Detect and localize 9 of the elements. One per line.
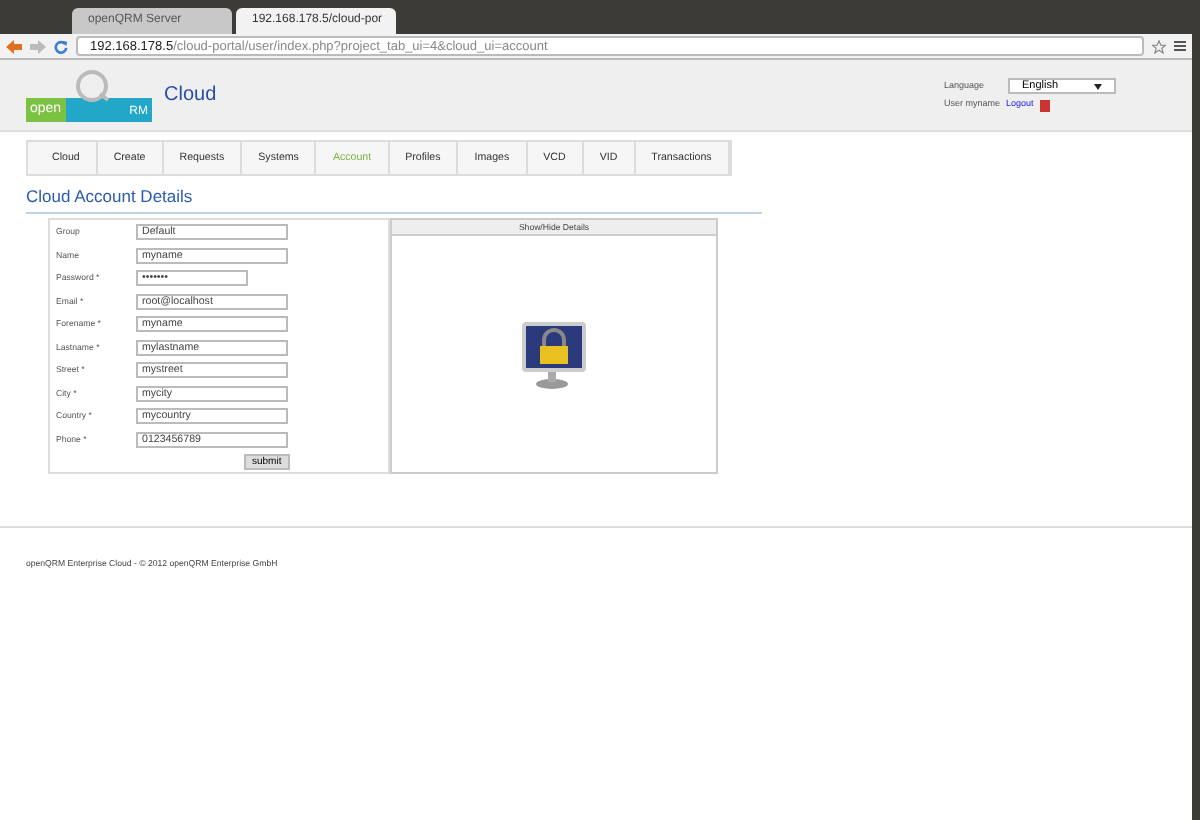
- menu-icon[interactable]: [1174, 40, 1186, 52]
- reload-icon[interactable]: [54, 39, 68, 53]
- page-title: Cloud Account Details: [26, 184, 762, 214]
- star-icon[interactable]: [1152, 39, 1166, 53]
- forward-icon[interactable]: [30, 39, 46, 53]
- caret-icon: [1094, 83, 1102, 90]
- app-title: Cloud: [164, 82, 217, 110]
- back-icon[interactable]: [6, 39, 22, 53]
- locked-monitor-icon: [518, 317, 590, 390]
